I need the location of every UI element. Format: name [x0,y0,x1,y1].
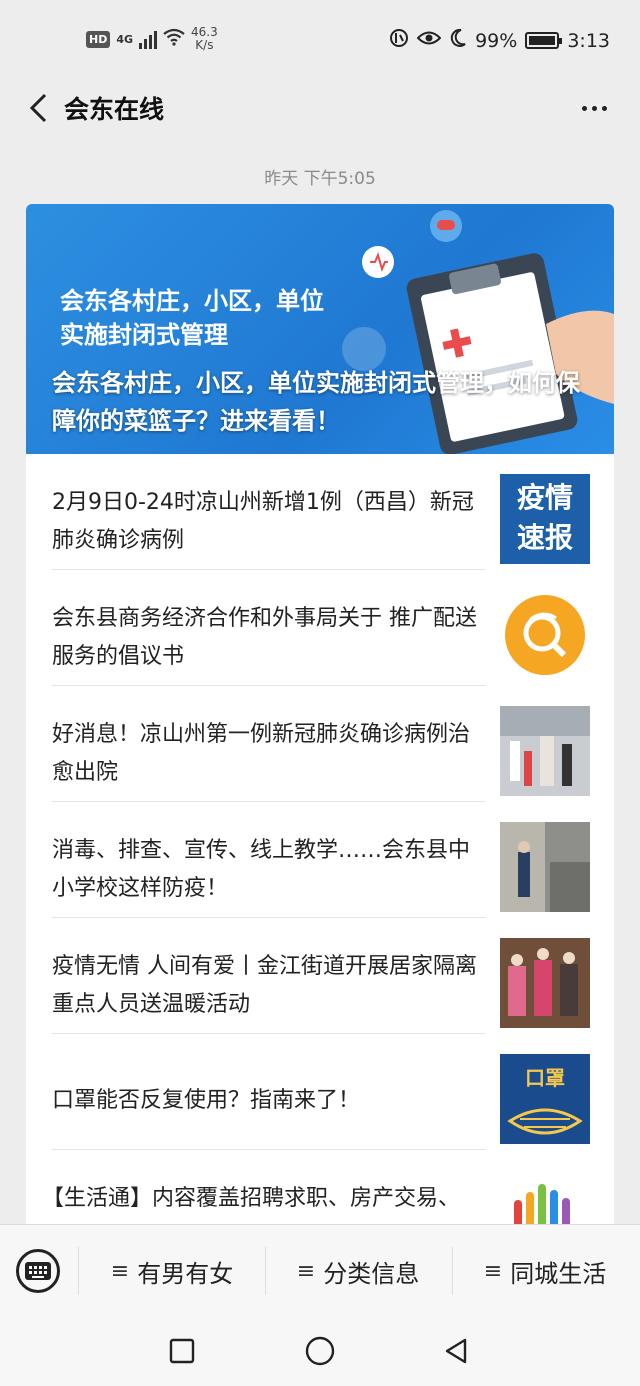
thumb-text: 口罩 [525,1066,565,1090]
menu-label: 有男有女 [137,1259,234,1288]
article-item[interactable]: 会东县商务经济合作和外事局关于 推广配送服务的倡议书 [26,570,614,686]
article-card: 会东各村庄，小区，单位 实施封闭式管理 会东各村庄，小区，单位实施封闭式管理，如… [26,204,614,1234]
keyboard-toggle-button[interactable] [16,1249,60,1293]
home-button[interactable] [300,1334,340,1368]
system-nav-bar [0,1316,640,1386]
square-icon [169,1338,195,1364]
more-dot-icon [591,105,597,111]
hero-banner-text: 会东各村庄，小区，单位 实施封闭式管理 [60,287,324,349]
menu-label: 分类信息 [323,1259,420,1288]
menu-list-icon: ≡ [483,1258,503,1284]
article-title: 【生活通】内容覆盖招聘求职、房产交易、 [42,1186,461,1211]
article-title: 会东县商务经济合作和外事局关于 推广配送服务的倡议书 [52,606,477,669]
thumb-text: 速报 [516,521,573,554]
mask-graphic [507,1108,583,1135]
eye-icon [416,29,442,52]
network-label: 4G [116,32,134,46]
article-item[interactable]: 2月9日0-24时凉山州新增1例（西昌）新冠肺炎确诊病例 疫情 速报 [26,454,614,570]
status-right: 99% 3:13 [389,28,610,53]
battery-percent: 99% [475,29,518,52]
wifi-icon [163,28,185,50]
title-bar: 会东在线 [0,78,640,138]
more-dot-icon [601,105,607,111]
article-thumbnail: 疫情 速报 [500,474,590,564]
article-title: 口罩能否反复使用？指南来了！ [52,1088,361,1113]
menu-label: 同城生活 [510,1259,607,1288]
article-photo [500,938,590,1028]
article-thumbnail: 口罩 [500,1054,590,1144]
menu-separator [78,1247,79,1295]
menu-list-icon: ≡ [296,1258,316,1284]
menu-item-1[interactable]: ≡ 有男有女 [80,1245,264,1297]
recents-button[interactable] [162,1334,202,1368]
more-options-button[interactable] [574,90,614,126]
moon-icon [449,28,467,53]
speed-unit: K/s [195,38,214,52]
status-left: HD 4G 46.3 K/s [86,26,218,52]
article-title: 消毒、排查、宣传、线上教学……会东县中小学校这样防疫！ [52,838,471,901]
article-item[interactable]: 疫情无情 人间有爱丨金江街道开展居家隔离重点人员送温暖活动 [26,918,614,1034]
thumb-text: 疫情 [516,481,573,514]
search-location-icon [505,595,585,675]
article-thumbnail [500,590,590,680]
article-item[interactable]: 好消息！凉山州第一例新冠肺炎确诊病例治愈出院 [26,686,614,802]
net-speed: 46.3 K/s [191,26,218,52]
vibrate-icon [389,28,409,53]
keyboard-icon [25,1262,51,1280]
battery-icon [525,32,563,49]
menu-item-2[interactable]: ≡ 分类信息 [266,1245,450,1297]
article-item[interactable]: 消毒、排查、宣传、线上教学……会东县中小学校这样防疫！ [26,802,614,918]
back-button[interactable] [18,88,58,128]
triangle-back-icon [445,1338,467,1364]
article-title: 2月9日0-24时凉山州新增1例（西昌）新冠肺炎确诊病例 [52,490,474,553]
status-bar: HD 4G 46.3 K/s 99% 3:13 [0,0,640,78]
hd-badge: HD [86,30,111,48]
menu-item-3[interactable]: ≡ 同城生活 [453,1245,637,1297]
message-timestamp: 昨天 下午5:05 [264,169,376,189]
signal-icon [139,29,158,49]
hero-title: 会东各村庄，小区，单位实施封闭式管理，如何保障你的菜篮子？进来看看！ [52,369,580,435]
article-photo [500,706,590,796]
chevron-left-icon [29,93,47,123]
article-item[interactable]: 口罩能否反复使用？指南来了！ 口罩 [26,1034,614,1150]
menu-list-icon: ≡ [110,1258,130,1284]
back-nav-button[interactable] [436,1334,476,1368]
article-item[interactable]: 【生活通】内容覆盖招聘求职、房产交易、 [26,1150,614,1234]
more-dot-icon [581,105,587,111]
hero-article[interactable]: 会东各村庄，小区，单位 实施封闭式管理 会东各村庄，小区，单位实施封闭式管理，如… [26,204,614,454]
page-title: 会东在线 [64,95,165,124]
article-photo [500,822,590,912]
clock: 3:13 [567,29,610,52]
article-title: 好消息！凉山州第一例新冠肺炎确诊病例治愈出院 [52,722,471,785]
speed-value: 46.3 [191,25,218,39]
article-title: 疫情无情 人间有爱丨金江街道开展居家隔离重点人员送温暖活动 [52,954,477,1017]
circle-icon [305,1336,335,1366]
official-account-menu: ≡ 有男有女 ≡ 分类信息 ≡ 同城生活 [0,1224,640,1316]
